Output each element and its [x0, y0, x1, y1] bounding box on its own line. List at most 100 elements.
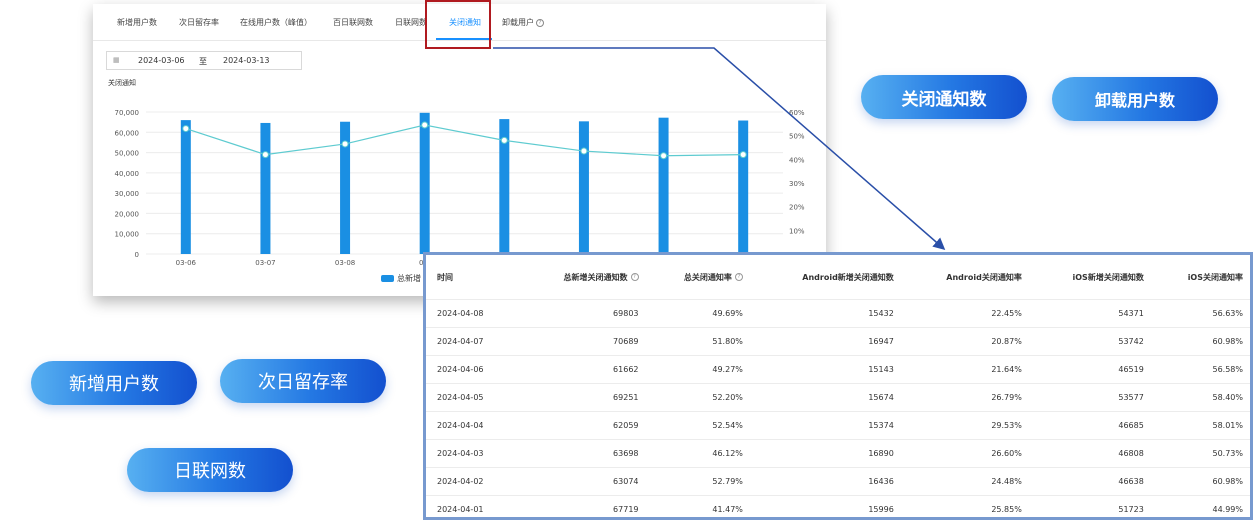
date-end: 2024-03-13 — [223, 56, 270, 65]
chart-bar — [180, 120, 191, 254]
legend-label: 总新增 — [397, 274, 421, 283]
chart-point — [660, 152, 668, 160]
chart-point — [182, 125, 190, 133]
table-cell: 56.58% — [1150, 355, 1250, 384]
chart-bar — [578, 121, 589, 255]
header-time: 时间 — [426, 255, 519, 300]
table-cell: 2024-04-03 — [426, 439, 519, 468]
next-day-retention-button[interactable]: 次日留存率 — [220, 359, 386, 403]
chart-point — [500, 136, 508, 144]
table-cell: 15996 — [749, 495, 901, 517]
table-cell: 2024-04-07 — [426, 327, 519, 356]
help-icon[interactable]: ? — [630, 273, 639, 281]
chart-bar — [658, 117, 669, 255]
table-cell: 46685 — [1028, 411, 1151, 440]
table-cell: 56.63% — [1150, 299, 1250, 328]
header-ios-new-close: iOS新增关闭通知数 — [1028, 255, 1151, 300]
table-cell: 51723 — [1028, 495, 1151, 517]
date-start: 2024-03-06 — [138, 56, 185, 65]
table-cell: 26.60% — [900, 439, 1029, 468]
table-cell: 49.27% — [645, 355, 750, 384]
highlight-box — [425, 0, 491, 49]
table-cell: 49.69% — [645, 299, 750, 328]
legend-swatch — [381, 275, 394, 282]
table-cell: 2024-04-04 — [426, 411, 519, 440]
table-row: 2024-04-07 70689 51.80% 16947 20.87% 53742 60.… — [426, 327, 1250, 356]
tab-hundred-day-online[interactable]: 百日联网数 — [333, 17, 373, 28]
chart-point — [739, 151, 747, 159]
x-tick-label: 03-06 — [176, 259, 197, 267]
header-total-new-close: 总新增关闭通知数? — [518, 255, 646, 300]
table-cell: 46638 — [1028, 467, 1151, 496]
y-left-tick-label: 50,000 — [115, 150, 140, 158]
chart-bar — [419, 112, 430, 254]
tab-online-users-peak[interactable]: 在线用户数（峰值） — [240, 17, 312, 28]
table-cell: 52.54% — [645, 411, 750, 440]
table-row: 2024-04-01 67719 41.47% 15996 25.85% 51723 44.… — [426, 495, 1250, 517]
table-cell: 67719 — [518, 495, 646, 517]
header-ios-close-rate: iOS关闭通知率 — [1150, 255, 1250, 300]
table-cell: 50.73% — [1150, 439, 1250, 468]
help-icon[interactable]: ? — [734, 273, 743, 281]
header-total-new-close-label: 总新增关闭通知数 — [563, 272, 628, 282]
table-row: 2024-04-03 63698 46.12% 16890 26.60% 46808 50.… — [426, 439, 1250, 468]
table-cell: 2024-04-05 — [426, 383, 519, 412]
table-row: 2024-04-06 61662 49.27% 15143 21.64% 46519 56.… — [426, 355, 1250, 384]
chart-point — [580, 147, 588, 155]
tab-next-day-retention[interactable]: 次日留存率 — [179, 17, 219, 28]
table-cell: 58.01% — [1150, 411, 1250, 440]
table-cell: 24.48% — [900, 467, 1029, 496]
table-cell: 44.99% — [1150, 495, 1250, 517]
date-range-picker[interactable]: ▦ 2024-03-06 至 2024-03-13 — [106, 51, 302, 70]
daily-online-button[interactable]: 日联网数 — [127, 448, 293, 492]
table-cell: 2024-04-02 — [426, 467, 519, 496]
calendar-icon: ▦ — [113, 56, 120, 64]
table-cell: 2024-04-06 — [426, 355, 519, 384]
y-right-tick-label: 30% — [789, 180, 805, 188]
table-cell: 16436 — [749, 467, 901, 496]
tab-uninstall-label: 卸载用户 — [502, 18, 534, 27]
table-cell: 29.53% — [900, 411, 1029, 440]
new-users-button[interactable]: 新增用户数 — [31, 361, 197, 405]
table-cell: 60.98% — [1150, 327, 1250, 356]
tab-uninstall-users[interactable]: 卸载用户? — [502, 17, 544, 28]
header-total-close-rate: 总关闭通知率? — [645, 255, 750, 300]
chart-point — [341, 140, 349, 148]
chart-point — [261, 151, 269, 159]
y-left-tick-label: 70,000 — [115, 109, 140, 117]
table-row: 2024-04-04 62059 52.54% 15374 29.53% 46685 58.… — [426, 411, 1250, 440]
help-icon[interactable]: ? — [536, 18, 544, 27]
y-right-tick-label: 10% — [789, 227, 805, 235]
table-cell: 22.45% — [900, 299, 1029, 328]
table-cell: 46519 — [1028, 355, 1151, 384]
y-left-tick-label: 30,000 — [115, 190, 140, 198]
close-notify-count-button[interactable]: 关闭通知数 — [861, 75, 1027, 119]
table-cell: 53742 — [1028, 327, 1151, 356]
table-cell: 20.87% — [900, 327, 1029, 356]
chart-label: 关闭通知 — [108, 79, 136, 87]
tab-daily-online[interactable]: 日联网数 — [395, 17, 427, 28]
table-cell: 51.80% — [645, 327, 750, 356]
uninstall-users-button[interactable]: 卸载用户数 — [1052, 77, 1218, 121]
table-cell: 15432 — [749, 299, 901, 328]
y-left-tick-label: 10,000 — [115, 231, 140, 239]
chart-legend[interactable]: 总新增 — [381, 273, 421, 284]
table-cell: 25.85% — [900, 495, 1029, 517]
y-right-tick-label: 50% — [789, 133, 805, 141]
table-body: 2024-04-08 69803 49.69% 15432 22.45% 54371 56.… — [426, 299, 1250, 517]
tab-new-users[interactable]: 新增用户数 — [117, 17, 157, 28]
table-cell: 2024-04-08 — [426, 299, 519, 328]
y-right-tick-label: 40% — [789, 156, 805, 164]
table-cell: 63698 — [518, 439, 646, 468]
table-cell: 62059 — [518, 411, 646, 440]
table-cell: 46808 — [1028, 439, 1151, 468]
table-cell: 15374 — [749, 411, 901, 440]
table-cell: 21.64% — [900, 355, 1029, 384]
table-cell: 69803 — [518, 299, 646, 328]
y-right-tick-label: 60% — [789, 109, 805, 117]
y-right-tick-label: 20% — [789, 204, 805, 212]
table-row: 2024-04-05 69251 52.20% 15674 26.79% 53577 58.… — [426, 383, 1250, 412]
table-cell: 16890 — [749, 439, 901, 468]
table-cell: 15143 — [749, 355, 901, 384]
table-cell: 52.20% — [645, 383, 750, 412]
